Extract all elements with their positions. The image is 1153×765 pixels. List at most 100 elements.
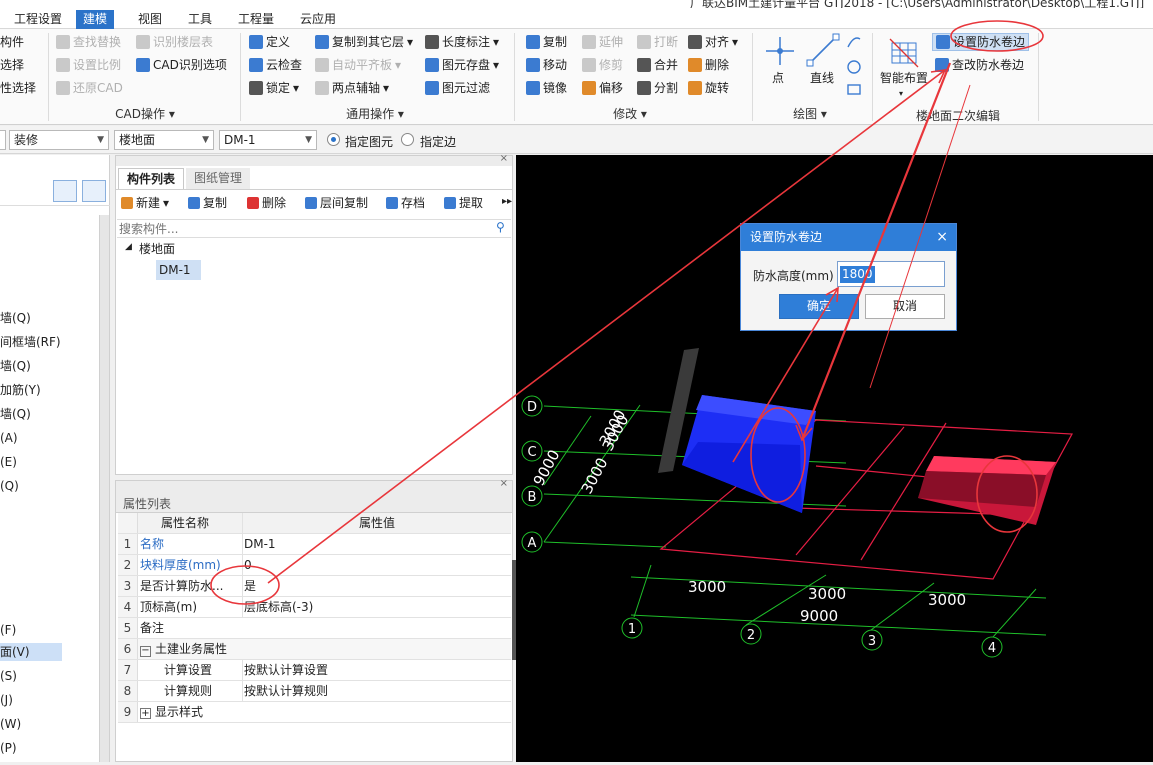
search-input[interactable] [117,219,511,238]
menu-cloud[interactable]: 云应用 [293,10,343,29]
component-combo[interactable]: DM-1 ▼ [219,130,317,150]
property-value[interactable]: 0 [242,555,510,575]
search-icon[interactable]: ⚲ [496,220,505,234]
copy-to-layer-button[interactable]: 复制到其它层 ▾ [315,33,413,51]
property-row[interactable]: 8 计算规则 按默认计算规则 [118,681,511,702]
delete-component-button[interactable]: 删除 [247,194,286,211]
nav-item[interactable]: 墙(Q) [0,357,31,375]
merge-button[interactable]: 合并 [637,56,678,74]
auto-align-slab-button[interactable]: 自动平齐板 ▾ [315,56,401,74]
collapse-minus-icon[interactable]: − [140,646,151,657]
property-row[interactable]: 3 是否计算防水... 是 [118,576,511,597]
tree-item-selected[interactable]: DM-1 [156,260,201,280]
new-button[interactable]: 新建 ▾ [121,194,169,211]
extract-button[interactable]: 提取 [444,194,483,211]
split-button[interactable]: 分割 [637,79,678,97]
menu-tools[interactable]: 工具 [181,10,219,29]
mirror-button[interactable]: 镜像 [526,79,567,97]
align-button[interactable]: 对齐 ▾ [688,33,738,51]
length-dim-button[interactable]: 长度标注 ▾ [425,33,499,51]
menu-view[interactable]: 视图 [131,10,169,29]
define-button[interactable]: 定义 [249,33,290,51]
element-filter-button[interactable]: 图元过滤 [425,79,490,97]
rotate-button[interactable]: 旋转 [688,79,729,97]
ribbon-prop-select[interactable]: 性选择 [0,79,36,97]
nav-item[interactable]: 墙(Q) [0,309,31,327]
property-row[interactable]: 5 备注 [118,618,511,639]
break-button[interactable]: 打断 [637,33,678,51]
panel-close-icon[interactable]: × [500,478,508,489]
cloud-check-button[interactable]: 云检查 [249,56,302,74]
radio-specify-element[interactable] [327,133,340,146]
ribbon-component[interactable]: 构件 [0,33,24,51]
cad-group-label[interactable]: CAD操作 ▾ [100,105,190,122]
collapse-triangle-icon[interactable]: ◢ [125,242,132,252]
line-button[interactable]: 直线 [810,69,834,87]
nav-item[interactable]: (J) [0,691,13,709]
nav-item[interactable]: (S) [0,667,17,685]
property-value[interactable]: 是 [242,576,510,596]
point-button[interactable]: 点 [772,69,784,87]
property-value[interactable]: DM-1 [242,534,510,554]
tab-component-list[interactable]: 构件列表 [118,168,185,189]
modify-group-label[interactable]: 修改 ▾ [600,105,660,122]
property-value[interactable]: 层底标高(-3) [242,597,510,617]
tab-drawing-management[interactable]: 图纸管理 [186,168,251,189]
set-scale-button[interactable]: 设置比例 [56,56,121,74]
offset-button[interactable]: 偏移 [582,79,623,97]
property-group-row[interactable]: 6− 土建业务属性 [118,639,511,660]
nav-item-selected[interactable]: 面(V) [0,643,62,661]
property-value[interactable]: 按默认计算设置 [242,660,510,680]
common-group-label[interactable]: 通用操作 ▾ [330,105,420,122]
panel-close-icon[interactable]: × [500,153,508,164]
find-replace-button[interactable]: 查找替换 [56,33,121,51]
list-view-icon[interactable] [53,180,77,202]
nav-item[interactable]: (P) [0,739,17,757]
menu-project-settings[interactable]: 工程设置 [7,10,69,29]
smart-layout-button[interactable]: 智能布置 [880,69,928,87]
ok-button[interactable]: 确定 [779,294,859,319]
nav-item[interactable]: (Q) [0,477,19,495]
floor-copy-button[interactable]: 层间复制 [305,194,368,211]
radio-specify-edge[interactable] [401,133,414,146]
copy-component-button[interactable]: 复制 [188,194,227,211]
nav-item[interactable]: 加筋(Y) [0,381,41,399]
archive-button[interactable]: 存档 [386,194,425,211]
property-row[interactable]: 2 块料厚度(mm) 0 [118,555,511,576]
property-row[interactable]: 1 名称 DM-1 [118,534,511,555]
nav-item[interactable]: (E) [0,453,17,471]
nav-item[interactable]: (W) [0,715,21,733]
draw-group-label[interactable]: 绘图 ▾ [780,105,840,122]
delete-button[interactable]: 删除 [688,56,729,74]
nav-item[interactable]: (A) [0,429,18,447]
two-point-axis-button[interactable]: 两点辅轴 ▾ [315,79,389,97]
property-row[interactable]: 7 计算设置 按默认计算设置 [118,660,511,681]
nav-item[interactable]: 间框墙(RF) [0,333,61,351]
extend-button[interactable]: 延伸 [582,33,623,51]
cad-options-button[interactable]: CAD识别选项 [136,56,227,74]
ribbon-select[interactable]: 选择 [0,56,24,74]
restore-cad-button[interactable]: 还原CAD [56,79,123,97]
category-combo[interactable]: 装修 ▼ [9,130,109,150]
close-icon[interactable]: × [936,224,948,251]
type-combo[interactable]: 楼地面 ▼ [114,130,214,150]
property-group-row[interactable]: 9 + 显示样式 [118,702,511,723]
more-icon[interactable]: ▸▸ [502,196,512,207]
property-row[interactable]: 4 顶标高(m) 层底标高(-3) [118,597,511,618]
lock-button[interactable]: 锁定 ▾ [249,79,299,97]
identify-floor-table-button[interactable]: 识别楼层表 [136,33,213,51]
nav-item[interactable]: (F) [0,621,16,639]
menu-quantity[interactable]: 工程量 [231,10,281,29]
nav-item[interactable]: 墙(Q) [0,405,31,423]
copy-button[interactable]: 复制 [526,33,567,51]
move-button[interactable]: 移动 [526,56,567,74]
scrollbar[interactable] [99,215,109,762]
grid-view-icon[interactable] [82,180,106,202]
save-element-button[interactable]: 图元存盘 ▾ [425,56,499,74]
waterproof-height-input[interactable]: 1800 [837,261,945,287]
expand-plus-icon[interactable]: + [140,708,151,719]
property-value[interactable]: 按默认计算规则 [242,681,510,701]
set-waterproof-edge-button[interactable]: 设置防水卷边 [932,33,1030,51]
menu-modeling[interactable]: 建模 [76,10,115,29]
cancel-button[interactable]: 取消 [865,294,945,319]
